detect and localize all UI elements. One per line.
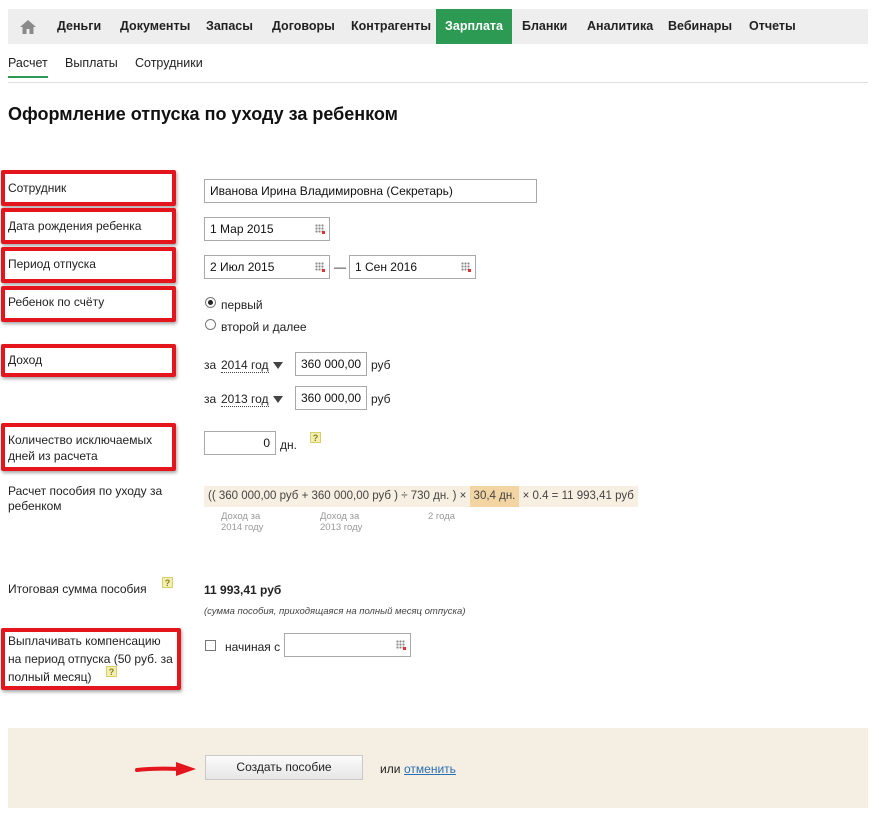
income-value-2-input[interactable]: 360 000,00: [295, 386, 367, 410]
help-icon[interactable]: ?: [106, 666, 117, 677]
radio-first-label: первый: [221, 298, 263, 312]
or-label: или: [380, 762, 401, 776]
total-label: Итоговая сумма пособия: [8, 582, 147, 596]
calendar-icon[interactable]: [461, 262, 471, 272]
income-value-1-input[interactable]: 360 000,00: [295, 352, 367, 376]
compensation-label-2: на период отпуска (50 руб. за: [8, 652, 173, 666]
nav-item-documents[interactable]: Документы: [120, 9, 190, 44]
calendar-icon[interactable]: [315, 262, 325, 272]
birth-date-input[interactable]: 1 Мар 2015: [204, 217, 330, 241]
cancel-link[interactable]: отменить: [404, 761, 456, 777]
income-year-2-select[interactable]: 2013 год: [221, 391, 283, 407]
total-note: (сумма пособия, приходящаяся на полный м…: [204, 606, 466, 617]
subnav-payments[interactable]: Выплаты: [65, 56, 118, 70]
formula-highlight: 30,4 дн.: [469, 486, 520, 507]
calc-label-1: Расчет пособия по уходу за: [8, 484, 163, 498]
currency-label-2: руб: [371, 392, 391, 406]
birth-date-value: 1 Мар 2015: [210, 222, 274, 236]
formula-note-1b: 2014 году: [221, 522, 264, 533]
formula-note-1: Доход за 2014 году: [221, 511, 263, 533]
radio-first[interactable]: [205, 297, 216, 308]
compensation-from-input[interactable]: [284, 633, 411, 657]
formula-value-2: 360 000,00 руб: [311, 490, 391, 502]
create-benefit-button[interactable]: Создать пособие: [205, 755, 363, 780]
calendar-icon[interactable]: [315, 224, 325, 234]
nav-item-salary[interactable]: Зарплата: [436, 9, 512, 44]
child-order-label: Ребенок по счёту: [8, 295, 105, 309]
total-value: 11 993,41 руб: [204, 583, 282, 597]
income-label: Доход: [8, 353, 43, 367]
nav-item-webinars[interactable]: Вебинары: [668, 9, 732, 44]
chevron-down-icon[interactable]: [272, 396, 283, 404]
compensation-checkbox[interactable]: [205, 640, 216, 651]
nav-item-forms[interactable]: Бланки: [522, 9, 567, 44]
formula-times: ×: [459, 490, 467, 502]
income-year-1-select[interactable]: 2014 год: [221, 357, 283, 373]
nav-item-reports[interactable]: Отчеты: [749, 9, 796, 44]
chevron-down-icon[interactable]: [272, 362, 283, 370]
excluded-days-unit: дн.: [280, 438, 297, 452]
period-from-value: 2 Июл 2015: [210, 260, 275, 274]
formula-tail: × 0.4 = 11 993,41 руб: [522, 490, 634, 502]
period-label: Период отпуска: [8, 257, 96, 271]
formula-close-2: ): [452, 490, 457, 502]
home-icon[interactable]: [8, 9, 48, 44]
formula-note-3: 2 года: [428, 511, 456, 522]
subnav-employees[interactable]: Сотрудники: [135, 56, 203, 70]
excluded-days-input[interactable]: 0: [204, 431, 276, 455]
formula-plus: +: [301, 490, 309, 502]
period-to-value: 1 Сен 2016: [355, 260, 418, 274]
calc-label-2: ребенком: [8, 499, 62, 513]
employee-label: Сотрудник: [8, 181, 67, 195]
help-icon[interactable]: ?: [310, 432, 321, 443]
income-prefix-1: за: [204, 358, 217, 372]
nav-item-analytics[interactable]: Аналитика: [587, 9, 653, 44]
income-year-1[interactable]: 2014 год: [221, 358, 269, 373]
top-navigation: Деньги Документы Запасы Договоры Контраг…: [8, 9, 868, 44]
help-icon[interactable]: ?: [162, 577, 173, 588]
formula-note-2: Доход за 2013 году: [320, 511, 362, 533]
nav-item-contractors[interactable]: Контрагенты: [351, 9, 431, 44]
formula-div: ÷: [401, 490, 408, 502]
formula-value-1: 360 000,00 руб: [218, 490, 299, 502]
formula-open: ((: [208, 490, 216, 502]
period-to-input[interactable]: 1 Сен 2016: [349, 255, 476, 279]
divider: [8, 82, 868, 83]
subnav-calc[interactable]: Расчет: [8, 56, 48, 78]
compensation-from-label: начиная с: [225, 640, 281, 654]
formula-days: 730 дн.: [410, 490, 450, 502]
nav-item-money[interactable]: Деньги: [57, 9, 101, 44]
calendar-icon[interactable]: [396, 640, 406, 650]
income-prefix-2: за: [204, 392, 217, 406]
period-from-input[interactable]: 2 Июл 2015: [204, 255, 330, 279]
formula-close: ): [394, 490, 399, 502]
currency-label-1: руб: [371, 358, 391, 372]
birth-date-label: Дата рождения ребенка: [8, 219, 142, 233]
radio-second-label: второй и далее: [221, 320, 307, 334]
excluded-days-label-1: Количество исключаемых: [8, 433, 153, 447]
nav-item-contracts[interactable]: Договоры: [272, 9, 335, 44]
formula-note-1a: Доход за: [221, 511, 261, 522]
compensation-label-3: полный месяц): [8, 670, 92, 684]
formula-note-2b: 2013 году: [320, 522, 363, 533]
compensation-label-1: Выплачивать компенсацию: [8, 634, 161, 648]
arrow-right-icon: [135, 762, 196, 776]
employee-input[interactable]: Иванова Ирина Владимировна (Секретарь): [204, 179, 537, 203]
income-year-2[interactable]: 2013 год: [221, 392, 269, 407]
excluded-days-label-2: дней из расчета: [8, 449, 98, 463]
radio-second[interactable]: [205, 319, 216, 330]
nav-item-stock[interactable]: Запасы: [206, 9, 253, 44]
formula-note-2a: Доход за: [320, 511, 360, 522]
period-dash: —: [334, 260, 346, 274]
calc-formula: (( 360 000,00 руб + 360 000,00 руб ) ÷ 7…: [204, 486, 638, 507]
page-title: Оформление отпуска по уходу за ребенком: [8, 104, 398, 124]
